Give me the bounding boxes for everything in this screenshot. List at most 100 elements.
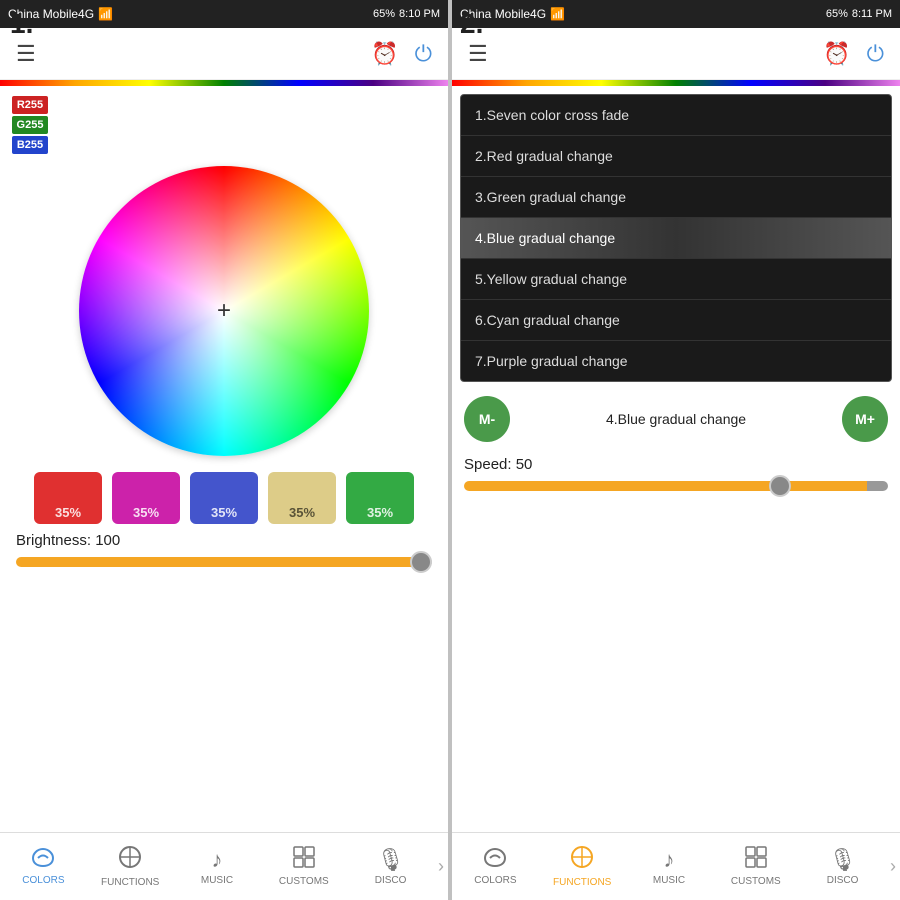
screen-1: China Mobile4G 📶 65% 8:10 PM ☰ ⏰ ⏻ [0,0,448,900]
power-icon-1[interactable]: ⏻ [415,41,432,67]
nav-music-2[interactable]: ♪ MUSIC [626,833,713,900]
swatch-green[interactable]: 35% [346,472,414,524]
swatch-magenta-label: 35% [133,505,159,520]
colors-icon-1 [31,847,55,873]
functions-icon-1 [118,845,142,875]
signal-icon: 📶 [98,7,113,21]
time-2: 8:11 PM [852,8,892,20]
nav-functions-label-2: FUNCTIONS [553,877,611,888]
speed-label: Speed: 50 [464,456,888,473]
status-bar-2: China Mobile4G 📶 65% 8:11 PM [452,0,900,28]
speed-thumb[interactable] [769,475,791,497]
brightness-section: Brightness: 100 [12,532,436,567]
nav-music-label-1: MUSIC [201,875,233,886]
signal-icon-2: 📶 [550,7,565,21]
bottom-nav-1: COLORS FUNCTIONS ♪ MUSIC CUSTOMS 🎙 DI [0,832,448,900]
nav-disco-1[interactable]: 🎙 DISCO [347,833,434,900]
function-item-5[interactable]: 5.Yellow gradual change [461,259,891,300]
color-wheel-wrapper: + [12,166,436,456]
customs-icon-1 [293,846,315,874]
nav-colors-2[interactable]: COLORS [452,833,539,900]
mode-prev-label: M- [479,411,495,427]
nav-music-label-2: MUSIC [653,875,685,886]
nav-customs-2[interactable]: CUSTOMS [712,833,799,900]
battery-1: 65% [373,8,395,20]
top-right-icons-1: ⏰ ⏻ [371,41,432,67]
g-box: G 255 [12,116,48,134]
b-label: B 255 [12,136,48,154]
function-item-5-label: 5.Yellow gradual change [475,271,627,287]
swatch-blue-label: 35% [211,505,237,520]
disco-icon-2: 🎙 [829,847,857,873]
nav-customs-label-1: CUSTOMS [279,876,329,887]
mode-prev-btn[interactable]: M- [464,396,510,442]
menu-icon-1[interactable]: ☰ [16,41,36,67]
nav-functions-label-1: FUNCTIONS [101,877,159,888]
crosshair: + [217,297,231,325]
disco-icon-1: 🎙 [377,847,405,873]
brightness-label: Brightness: 100 [16,532,432,549]
g-label: G 255 [12,116,48,134]
mode-next-btn[interactable]: M+ [842,396,888,442]
nav-functions-1[interactable]: FUNCTIONS [87,833,174,900]
speed-section: Speed: 50 [460,456,892,491]
screen-2: China Mobile4G 📶 65% 8:11 PM ☰ ⏰ ⏻ [452,0,900,900]
b-value: 255 [25,139,43,151]
time-1: 8:10 PM [399,8,440,20]
menu-icon-2[interactable]: ☰ [468,41,488,67]
mode-next-label: M+ [855,411,875,427]
mode-controls: M- 4.Blue gradual change M+ [460,396,892,442]
nav-disco-label-1: DISCO [375,875,407,886]
colors-content: R 255 G 255 B 255 [0,86,448,832]
nav-colors-1[interactable]: COLORS [0,833,87,900]
swatch-magenta[interactable]: 35% [112,472,180,524]
rgb-labels: R 255 G 255 B 255 [12,96,48,154]
function-item-3[interactable]: 3.Green gradual change [461,177,891,218]
function-item-6[interactable]: 6.Cyan gradual change [461,300,891,341]
swatch-yellow[interactable]: 35% [268,472,336,524]
nav-disco-2[interactable]: 🎙 DISCO [799,833,886,900]
g-letter: G [17,119,26,131]
swatch-red[interactable]: 35% [34,472,102,524]
nav-customs-label-2: CUSTOMS [731,876,781,887]
r-label: R 255 [12,96,48,114]
nav-customs-1[interactable]: CUSTOMS [260,833,347,900]
bottom-nav-2: COLORS FUNCTIONS ♪ MUSIC CUSTOMS 🎙 DI [452,832,900,900]
color-swatches: 35% 35% 35% 35% 35% [12,472,436,524]
status-right-1: 65% 8:10 PM [373,8,440,20]
function-item-1[interactable]: 1.Seven color cross fade [461,95,891,136]
r-box: R 255 [12,96,48,114]
swatch-blue[interactable]: 35% [190,472,258,524]
brightness-slider[interactable] [16,557,432,567]
alarm-icon-2[interactable]: ⏰ [823,41,850,67]
functions-content: 1.Seven color cross fade 2.Red gradual c… [452,86,900,832]
music-icon-1: ♪ [211,847,222,873]
function-item-7[interactable]: 7.Purple gradual change [461,341,891,381]
b-letter: B [17,139,25,151]
alarm-icon-1[interactable]: ⏰ [371,41,398,67]
nav-arrow-1[interactable]: › [434,833,448,900]
function-item-6-label: 6.Cyan gradual change [475,312,620,328]
nav-music-1[interactable]: ♪ MUSIC [174,833,261,900]
swatch-yellow-label: 35% [289,505,315,520]
g-value: 255 [25,119,43,131]
function-item-3-label: 3.Green gradual change [475,189,626,205]
power-icon-2[interactable]: ⏻ [867,41,884,67]
b-box: B 255 [12,136,48,154]
speed-slider[interactable] [464,481,888,491]
colors-icon-2 [483,847,507,873]
colors-content-wrapper: R 255 G 255 B 255 [0,86,448,832]
mode-current-label: 4.Blue gradual change [522,411,830,427]
nav-disco-label-2: DISCO [827,875,859,886]
nav-arrow-2[interactable]: › [886,833,900,900]
status-right-2: 65% 8:11 PM [826,8,892,20]
function-item-2[interactable]: 2.Red gradual change [461,136,891,177]
swatch-green-label: 35% [367,505,393,520]
function-item-4[interactable]: 4.Blue gradual change [461,218,891,259]
r-value: 255 [25,99,43,111]
brightness-thumb[interactable] [410,551,432,573]
r-letter: R [17,99,25,111]
nav-functions-2[interactable]: FUNCTIONS [539,833,626,900]
customs-icon-2 [745,846,767,874]
color-wheel[interactable]: + [79,166,369,456]
